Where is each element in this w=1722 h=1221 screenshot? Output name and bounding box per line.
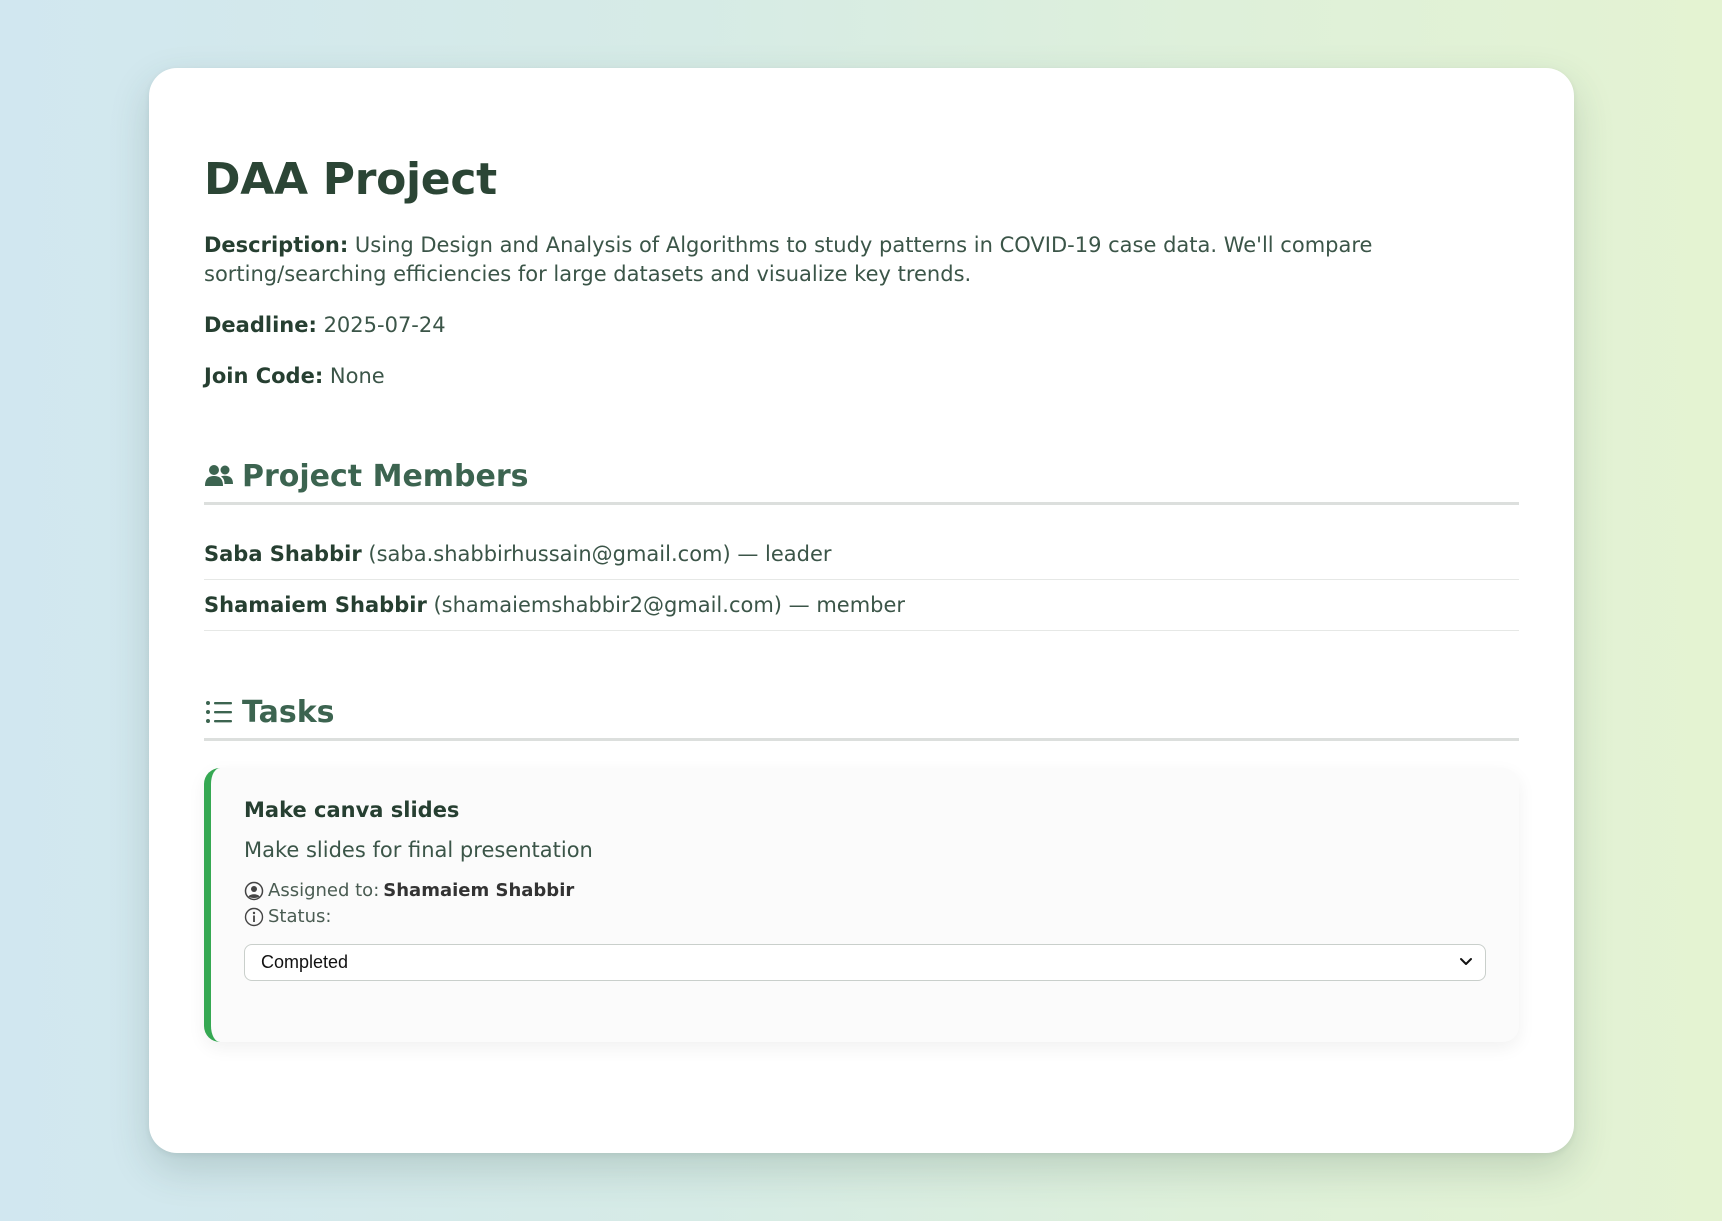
member-email: (shamaiemshabbir2@gmail.com) xyxy=(433,592,782,617)
assignee-name: Shamaiem Shabbir xyxy=(383,879,575,901)
task-card: Make canva slides Make slides for final … xyxy=(204,767,1519,1042)
project-join-code: Join Code: None xyxy=(204,362,1519,391)
task-status-line: Status: xyxy=(244,904,1486,930)
tasks-section-header: Tasks xyxy=(204,693,1519,741)
members-heading: Project Members xyxy=(242,458,529,494)
project-description: Description: Using Design and Analysis o… xyxy=(204,231,1519,289)
join-code-value: None xyxy=(329,363,385,388)
status-selected-value: Completed xyxy=(261,951,349,972)
user-circle-icon xyxy=(244,881,264,901)
member-name: Saba Shabbir xyxy=(204,541,362,566)
members-section-header: Project Members xyxy=(204,457,1519,505)
task-title: Make canva slides xyxy=(244,797,460,822)
task-description: Make slides for final presentation xyxy=(244,837,593,862)
chevron-down-icon xyxy=(1459,952,1473,973)
deadline-value: 2025-07-24 xyxy=(323,312,446,337)
project-deadline: Deadline: 2025-07-24 xyxy=(204,311,1519,340)
description-label: Description: xyxy=(204,232,349,257)
member-role: — leader xyxy=(737,541,832,566)
project-title: DAA Project xyxy=(204,154,497,205)
status-select[interactable]: Completed xyxy=(244,943,1486,981)
member-name: Shamaiem Shabbir xyxy=(204,592,427,617)
assigned-label: Assigned to: xyxy=(268,879,380,901)
status-label: Status: xyxy=(268,905,332,927)
task-assignee-line: Assigned to: Shamaiem Shabbir xyxy=(244,878,1486,904)
member-row: Shamaiem Shabbir (shamaiemshabbir2@gmail… xyxy=(204,580,1519,631)
tasks-heading: Tasks xyxy=(242,694,335,730)
member-email: (saba.shabbirhussain@gmail.com) xyxy=(368,541,731,566)
project-card: DAA Project Description: Using Design an… xyxy=(149,68,1574,1153)
info-icon xyxy=(244,907,264,927)
deadline-label: Deadline: xyxy=(204,312,317,337)
members-list: Saba Shabbir (saba.shabbirhussain@gmail.… xyxy=(204,533,1519,631)
users-icon xyxy=(204,461,234,491)
task-meta: Assigned to: Shamaiem Shabbir Status: xyxy=(244,878,1486,930)
member-row: Saba Shabbir (saba.shabbirhussain@gmail.… xyxy=(204,533,1519,580)
list-icon xyxy=(204,697,234,727)
member-role: — member xyxy=(788,592,906,617)
description-text: Using Design and Analysis of Algorithms … xyxy=(204,232,1373,286)
join-code-label: Join Code: xyxy=(204,363,324,388)
